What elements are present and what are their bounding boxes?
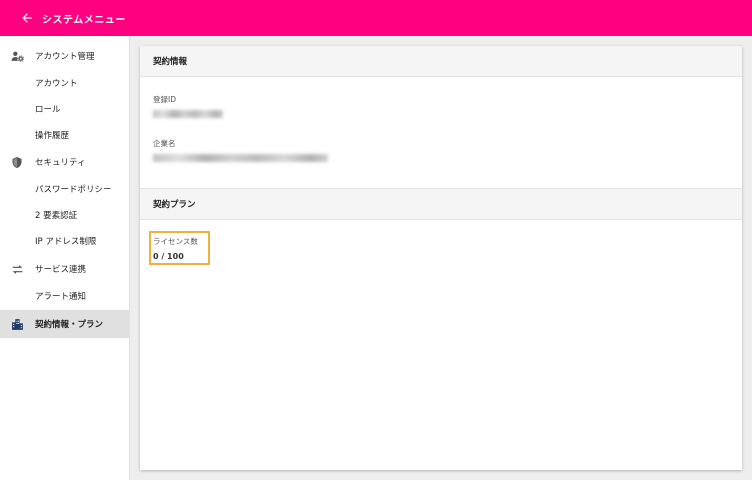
contract-card: 契約情報 登録ID 企業名 契約プラン ライセンス数 0 / 100 <box>140 46 742 470</box>
sidebar-item-label: アカウント <box>35 79 78 89</box>
main-content: 契約情報 登録ID 企業名 契約プラン ライセンス数 0 / 100 <box>130 36 752 480</box>
sidebar-item-contract-plan[interactable]: 契約情報・プラン <box>0 310 130 338</box>
sidebar-item-ip-restriction[interactable]: IP アドレス制限 <box>0 228 130 254</box>
login-id-value-redacted <box>153 110 223 118</box>
license-count-label: ライセンス数 <box>153 237 198 246</box>
shield-icon <box>10 155 24 169</box>
sidebar-item-label: 操作履歴 <box>35 131 70 141</box>
sidebar-item-label: アラート通知 <box>35 292 87 302</box>
sidebar-item-label: 2 要素認証 <box>35 211 78 221</box>
sidebar-item-alert-notification[interactable]: アラート通知 <box>0 283 130 309</box>
page-title: システムメニュー <box>42 14 126 26</box>
sidebar-item-label: 契約情報・プラン <box>35 320 104 330</box>
sidebar-item-label: セキュリティ <box>35 158 86 168</box>
sidebar-item-role[interactable]: ロール <box>0 96 130 122</box>
sidebar: アカウント管理 アカウント ロール 操作履歴 セキュリティ パスワードポリシー … <box>0 36 130 480</box>
building-icon <box>10 317 24 331</box>
back-arrow-icon[interactable] <box>20 11 34 25</box>
contract-info-title: 契約情報 <box>153 57 188 67</box>
sidebar-item-account[interactable]: アカウント <box>0 70 130 96</box>
sidebar-item-security[interactable]: セキュリティ <box>0 149 130 175</box>
sidebar-item-label: IP アドレス制限 <box>35 237 97 247</box>
company-name-label: 企業名 <box>153 139 176 148</box>
user-settings-icon <box>10 49 24 63</box>
contract-info-header: 契約情報 <box>140 46 742 77</box>
license-count-value: 0 / 100 <box>153 252 184 261</box>
contract-plan-title: 契約プラン <box>153 200 196 210</box>
swap-arrows-icon <box>10 262 24 276</box>
sidebar-item-password-policy[interactable]: パスワードポリシー <box>0 176 130 202</box>
sidebar-item-two-factor[interactable]: 2 要素認証 <box>0 202 130 228</box>
sidebar-item-label: パスワードポリシー <box>35 185 112 195</box>
sidebar-item-service-integration[interactable]: サービス連携 <box>0 256 130 282</box>
login-id-label: 登録ID <box>153 95 176 104</box>
company-name-value-redacted <box>153 154 328 162</box>
sidebar-item-operation-history[interactable]: 操作履歴 <box>0 122 130 148</box>
sidebar-item-account-management[interactable]: アカウント管理 <box>0 43 130 69</box>
contract-plan-header: 契約プラン <box>140 189 742 220</box>
sidebar-item-label: ロール <box>35 105 61 115</box>
sidebar-item-label: アカウント管理 <box>35 52 95 62</box>
app-bar: システムメニュー <box>0 0 752 36</box>
sidebar-item-label: サービス連携 <box>35 265 87 275</box>
